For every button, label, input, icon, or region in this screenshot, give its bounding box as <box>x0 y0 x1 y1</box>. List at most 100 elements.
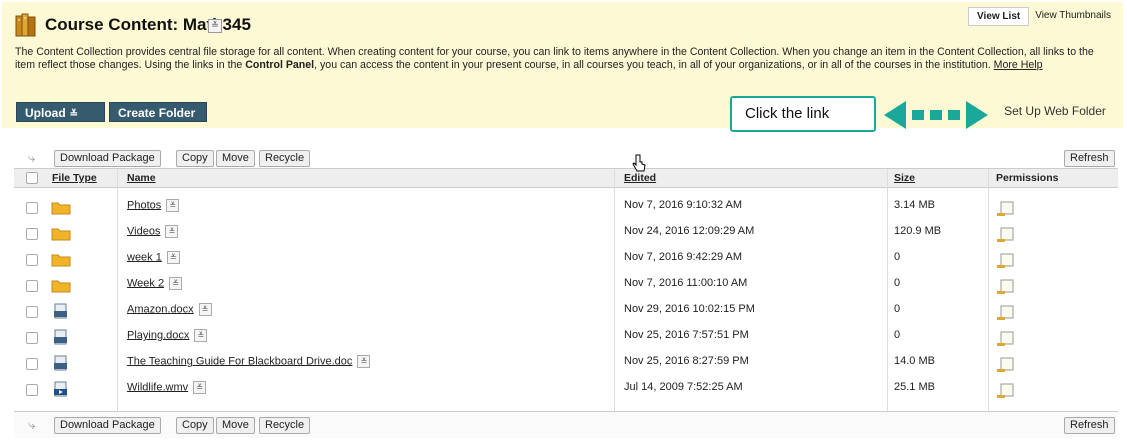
table-header: File Type Name Edited Size Permissions <box>14 169 1118 188</box>
download-package-button[interactable]: Download Package <box>54 417 161 434</box>
folder-icon <box>51 202 71 215</box>
permissions-icon[interactable] <box>996 201 1016 217</box>
row-checkbox[interactable] <box>26 202 38 214</box>
callout-box: Click the link <box>730 96 876 132</box>
item-name-link[interactable]: Photos <box>127 199 161 211</box>
title-options-chevron-icon[interactable]: ≚ <box>208 19 222 33</box>
control-panel-text: Control Panel <box>245 58 315 71</box>
book-icon <box>15 13 36 37</box>
table-row: Playing.docx ≚ Nov 25, 2016 7:57:51 PM 0 <box>14 328 1118 354</box>
set-up-web-folder-link[interactable]: Set Up Web Folder <box>990 100 1120 122</box>
file-size: 0 <box>894 251 901 263</box>
edited-date: Nov 7, 2016 9:42:29 AM <box>624 251 743 263</box>
upload-button[interactable]: Upload ≚ <box>16 102 105 122</box>
table-row: Videos ≚ Nov 24, 2016 12:09:29 AM 120.9 M… <box>14 224 1118 250</box>
action-bar-bottom: ⤷ Download Package Copy Move Recycle Ref… <box>14 411 1118 438</box>
hand-cursor-icon <box>632 154 646 172</box>
table-row: week 1 ≚ Nov 7, 2016 9:42:29 AM 0 <box>14 250 1118 276</box>
corner-arrow-icon: ⤷ <box>28 150 36 165</box>
chevron-down-icon[interactable]: ≚ <box>194 329 208 342</box>
description: The Content Collection provides central … <box>15 46 1115 71</box>
view-thumbnails-tab[interactable]: View Thumbnails <box>1029 7 1117 26</box>
column-file-type[interactable]: File Type <box>52 172 97 184</box>
document-icon <box>54 329 67 345</box>
copy-button[interactable]: Copy <box>176 417 214 434</box>
action-bar-top: ⤷ Download Package Copy Move Recycle Ref… <box>14 148 1118 169</box>
file-size: 3.14 MB <box>894 199 935 211</box>
view-list-tab[interactable]: View List <box>968 7 1030 26</box>
chevron-down-icon[interactable]: ≚ <box>198 303 212 316</box>
document-icon <box>54 355 67 371</box>
table-row: Week 2 ≚ Nov 7, 2016 11:00:10 AM 0 <box>14 276 1118 302</box>
permissions-icon[interactable] <box>996 357 1016 373</box>
edited-date: Nov 25, 2016 7:57:51 PM <box>624 329 749 341</box>
permissions-icon[interactable] <box>996 383 1016 399</box>
permissions-icon[interactable] <box>996 253 1016 269</box>
edited-date: Jul 14, 2009 7:52:25 AM <box>624 381 743 393</box>
column-name[interactable]: Name <box>127 172 156 184</box>
row-checkbox[interactable] <box>26 332 38 344</box>
item-name-link[interactable]: Week 2 <box>127 277 164 289</box>
refresh-button[interactable]: Refresh <box>1064 150 1115 167</box>
column-permissions: Permissions <box>996 172 1059 184</box>
recycle-button[interactable]: Recycle <box>259 150 311 167</box>
double-arrow-icon <box>884 101 988 129</box>
permissions-icon[interactable] <box>996 279 1016 295</box>
item-name-link[interactable]: Videos <box>127 225 160 237</box>
more-help-link[interactable]: More Help <box>994 59 1043 71</box>
item-name-link[interactable]: week 1 <box>127 251 162 263</box>
description-text-2: , you can access the content in your pre… <box>314 58 994 71</box>
move-button[interactable]: Move <box>216 417 255 434</box>
chevron-down-icon[interactable]: ≚ <box>169 277 183 290</box>
folder-icon <box>51 280 71 293</box>
content-table: ⤷ Download Package Copy Move Recycle Ref… <box>14 148 1118 438</box>
file-size: 0 <box>894 329 901 341</box>
item-name-link[interactable]: Playing.docx <box>127 329 189 341</box>
copy-button[interactable]: Copy <box>176 150 214 167</box>
chevron-down-icon[interactable]: ≚ <box>166 251 180 264</box>
document-icon <box>54 303 67 319</box>
video-file-icon <box>54 381 67 397</box>
column-size[interactable]: Size <box>894 172 915 184</box>
row-checkbox[interactable] <box>26 306 38 318</box>
upload-label: Upload <box>25 106 66 120</box>
row-checkbox[interactable] <box>26 384 38 396</box>
edited-date: Nov 25, 2016 8:27:59 PM <box>624 355 749 367</box>
create-folder-button[interactable]: Create Folder <box>109 102 207 122</box>
table-row: The Teaching Guide For Blackboard Drive.… <box>14 354 1118 380</box>
folder-icon <box>51 254 71 267</box>
edited-date: Nov 7, 2016 11:00:10 AM <box>624 277 748 289</box>
table-row: Photos ≚ Nov 7, 2016 9:10:32 AM 3.14 MB <box>14 198 1118 224</box>
file-size: 0 <box>894 303 901 315</box>
row-checkbox[interactable] <box>26 254 38 266</box>
item-name-link[interactable]: The Teaching Guide For Blackboard Drive.… <box>127 355 352 367</box>
corner-arrow-icon: ⤷ <box>28 417 36 432</box>
folder-icon <box>51 228 71 241</box>
table-row: Wildlife.wmv ≚ Jul 14, 2009 7:52:25 AM 25… <box>14 380 1118 406</box>
file-size: 120.9 MB <box>894 225 942 237</box>
move-button[interactable]: Move <box>216 150 255 167</box>
chevron-down-icon[interactable]: ≚ <box>166 199 180 212</box>
chevron-down-icon[interactable]: ≚ <box>165 225 179 238</box>
permissions-icon[interactable] <box>996 305 1016 321</box>
edited-date: Nov 7, 2016 9:10:32 AM <box>624 199 743 211</box>
chevron-down-icon[interactable]: ≚ <box>193 381 207 394</box>
chevron-down-icon[interactable]: ≚ <box>357 355 371 368</box>
refresh-button[interactable]: Refresh <box>1064 417 1115 434</box>
file-size: 14.0 MB <box>894 355 935 367</box>
edited-date: Nov 24, 2016 12:09:29 AM <box>624 225 755 237</box>
file-size: 0 <box>894 277 901 289</box>
row-checkbox[interactable] <box>26 228 38 240</box>
select-all-checkbox[interactable] <box>26 172 38 184</box>
recycle-button[interactable]: Recycle <box>259 417 311 434</box>
table-row: Amazon.docx ≚ Nov 29, 2016 10:02:15 PM 0 <box>14 302 1118 328</box>
item-name-link[interactable]: Amazon.docx <box>127 303 194 315</box>
permissions-icon[interactable] <box>996 227 1016 243</box>
download-package-button[interactable]: Download Package <box>54 150 161 167</box>
file-size: 25.1 MB <box>894 381 935 393</box>
row-checkbox[interactable] <box>26 280 38 292</box>
row-checkbox[interactable] <box>26 358 38 370</box>
view-toggle: View List View Thumbnails <box>968 7 1117 26</box>
item-name-link[interactable]: Wildlife.wmv <box>127 381 188 393</box>
permissions-icon[interactable] <box>996 331 1016 347</box>
